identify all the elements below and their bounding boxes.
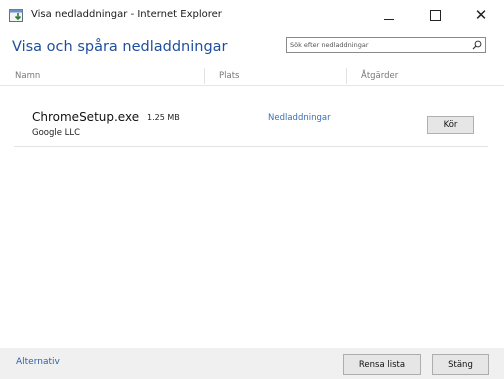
maximize-button[interactable]	[412, 0, 458, 30]
column-divider	[204, 68, 205, 84]
header-divider	[0, 85, 504, 86]
search-input[interactable]	[290, 38, 465, 52]
run-button[interactable]: Kör	[427, 116, 474, 134]
footer-bar	[0, 348, 504, 379]
download-file-name: ChromeSetup.exe	[32, 110, 140, 124]
options-link[interactable]: Alternativ	[16, 357, 60, 367]
download-publisher: Google LLC	[32, 128, 81, 138]
download-location-link[interactable]: Nedladdningar	[268, 113, 331, 123]
column-header-name: Namn	[15, 71, 41, 81]
maximize-icon	[429, 9, 441, 21]
window-title: Visa nedladdningar - Internet Explorer	[31, 9, 222, 20]
search-box[interactable]	[286, 37, 486, 53]
close-window-button[interactable]: ✕	[458, 0, 504, 30]
download-file-size: 1.25 MB	[147, 113, 180, 122]
column-divider	[346, 68, 347, 84]
minimize-icon	[384, 18, 394, 20]
title-bar: Visa nedladdningar - Internet Explorer ✕	[0, 0, 504, 30]
column-header-location: Plats	[219, 71, 240, 81]
downloads-app-icon	[9, 9, 23, 22]
search-icon[interactable]	[472, 40, 482, 50]
close-button[interactable]: Stäng	[432, 354, 489, 375]
row-divider	[14, 146, 488, 147]
close-icon: ✕	[474, 5, 488, 24]
page-heading: Visa och spåra nedladdningar	[12, 39, 228, 55]
minimize-button[interactable]	[366, 0, 412, 30]
clear-list-button[interactable]: Rensa lista	[343, 354, 421, 375]
column-header-actions: Åtgärder	[361, 71, 399, 81]
